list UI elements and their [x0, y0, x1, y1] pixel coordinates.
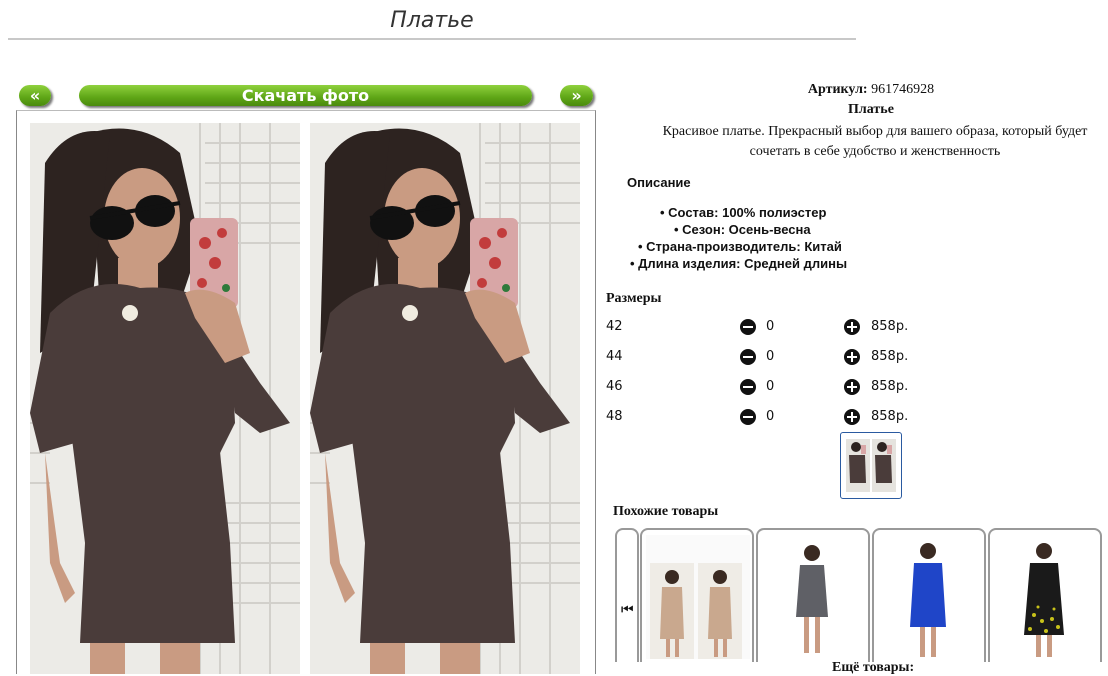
size-row: 42 0 858р.: [600, 319, 1100, 339]
size-label: 46: [606, 379, 623, 394]
page-title: Платье: [390, 8, 474, 33]
next-photo-button[interactable]: »: [560, 85, 593, 106]
size-label: 42: [606, 319, 623, 334]
similar-product-card[interactable]: [756, 528, 870, 662]
product-name: Платье: [848, 102, 894, 117]
title-divider: [8, 38, 856, 40]
article-value: 961746928: [871, 82, 935, 97]
plus-circle-icon[interactable]: [844, 349, 860, 365]
skip-back-icon: ⏮: [621, 602, 634, 618]
spec-item: Состав: 100% полиэстер: [660, 205, 826, 220]
product-description: Красивое платье. Прекрасный выбор для ва…: [610, 122, 1108, 162]
description-line-2: сочетать в себе удобство и женственность: [749, 144, 1001, 159]
similar-product-card[interactable]: [872, 528, 986, 662]
spec-item: Страна-производитель: Китай: [638, 239, 842, 254]
article-label: Артикул:: [807, 82, 868, 97]
similar-product-card[interactable]: [640, 528, 754, 662]
description-heading: Описание: [627, 175, 691, 190]
similar-product-card[interactable]: [988, 528, 1102, 662]
minus-circle-icon[interactable]: [740, 319, 756, 335]
plus-circle-icon[interactable]: [844, 409, 860, 425]
minus-circle-icon[interactable]: [740, 409, 756, 425]
size-row: 48 0 858р.: [600, 409, 1100, 429]
sizes-heading: Размеры: [606, 291, 662, 306]
more-products-label: Ещё товары:: [832, 660, 915, 675]
price-value: 858р.: [871, 409, 909, 424]
size-label: 48: [606, 409, 623, 424]
price-value: 858р.: [871, 379, 909, 394]
quantity-value: 0: [766, 349, 775, 364]
size-row: 46 0 858р.: [600, 379, 1100, 399]
article-line: Артикул: 961746928: [600, 82, 1108, 98]
product-thumbnail[interactable]: [840, 432, 902, 499]
product-photo-frame: [16, 110, 596, 674]
plus-circle-icon[interactable]: [844, 379, 860, 395]
quantity-value: 0: [766, 319, 775, 334]
spec-item: Длина изделия: Средней длины: [630, 256, 847, 271]
spec-item: Сезон: Осень-весна: [674, 222, 810, 237]
quantity-value: 0: [766, 379, 775, 394]
price-value: 858р.: [871, 349, 909, 364]
price-value: 858р.: [871, 319, 909, 334]
quantity-value: 0: [766, 409, 775, 424]
carousel-prev-button[interactable]: ⏮: [615, 528, 639, 662]
minus-circle-icon[interactable]: [740, 379, 756, 395]
minus-circle-icon[interactable]: [740, 349, 756, 365]
similar-heading: Похожие товары: [613, 504, 719, 519]
dress-shape: [660, 587, 684, 639]
size-row: 44 0 858р.: [600, 349, 1100, 369]
prev-photo-button[interactable]: «: [19, 85, 51, 106]
product-photo-right: [310, 123, 580, 674]
size-label: 44: [606, 349, 623, 364]
product-photo-left: [30, 123, 300, 674]
plus-circle-icon[interactable]: [844, 319, 860, 335]
description-line-1: Красивое платье. Прекрасный выбор для ва…: [662, 124, 1088, 139]
download-photo-button[interactable]: Скачать фото: [79, 85, 532, 106]
